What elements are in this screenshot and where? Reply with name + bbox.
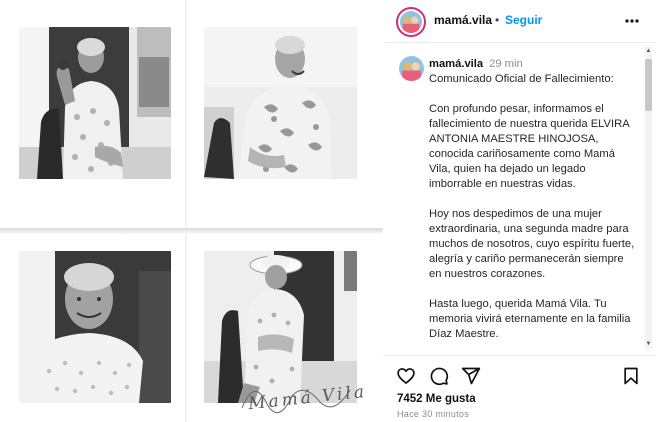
- header-divider: [383, 42, 656, 43]
- post-panel: mamá.vila • Seguir mamá.vila 29 min Comun…: [383, 0, 656, 422]
- actions-divider: [383, 355, 656, 356]
- more-horizontal-icon[interactable]: [624, 13, 640, 29]
- likes-count[interactable]: 7452 Me gusta: [397, 393, 476, 405]
- caption-username[interactable]: mamá.vila: [429, 58, 483, 70]
- comment-icon[interactable]: [429, 366, 449, 386]
- collage-divider-horizontal: [0, 228, 383, 234]
- post-media[interactable]: Mamá Vila: [0, 0, 383, 422]
- caption-time[interactable]: 29 min: [489, 58, 523, 70]
- post-caption: mamá.vila 29 min Comunicado Oficial de Fa…: [429, 57, 639, 350]
- scroll-up-arrow-icon[interactable]: ▲: [645, 47, 652, 55]
- heart-icon[interactable]: [396, 366, 416, 386]
- send-icon[interactable]: [461, 366, 481, 386]
- collage-divider-vertical: [185, 0, 187, 422]
- scroll-thumb[interactable]: [645, 59, 652, 111]
- caption-paragraph: Hoy nos despedimos de una mujer extraord…: [429, 208, 635, 280]
- caption-scrollbar[interactable]: ▲ ▼: [645, 47, 652, 349]
- photo-elderly-woman-waving: [19, 27, 171, 179]
- caption-paragraph: Con profundo pesar, informamos el fallec…: [429, 103, 630, 190]
- photo-elderly-woman-portrait: [19, 251, 171, 403]
- avatar[interactable]: [396, 7, 426, 37]
- photo-elderly-woman-laughing: [204, 27, 357, 179]
- caption-paragraph: Comunicado Oficial de Fallecimiento:: [429, 73, 614, 85]
- header-username[interactable]: mamá.vila: [434, 13, 492, 27]
- post-timestamp[interactable]: Hace 30 minutos: [397, 409, 469, 419]
- caption-avatar[interactable]: [399, 56, 424, 81]
- bookmark-icon[interactable]: [621, 366, 641, 386]
- header-separator: •: [495, 13, 500, 27]
- follow-button[interactable]: Seguir: [505, 13, 542, 27]
- scroll-down-arrow-icon[interactable]: ▼: [645, 340, 652, 348]
- caption-paragraph: Hasta luego, querida Mamá Vila. Tu memor…: [429, 298, 631, 340]
- post-header: mamá.vila • Seguir: [383, 0, 656, 42]
